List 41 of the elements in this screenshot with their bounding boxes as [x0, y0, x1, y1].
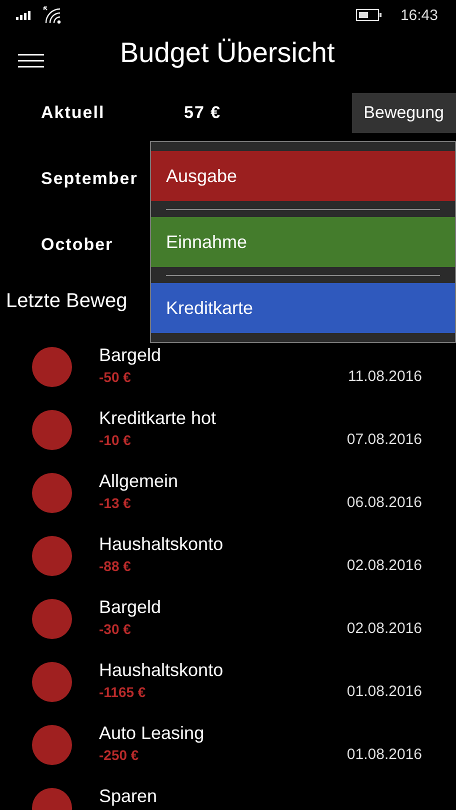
category-circle-icon: [32, 536, 72, 576]
transaction-amount: -1165 €: [99, 684, 146, 700]
transaction-name[interactable]: Sparen: [99, 786, 422, 807]
transaction-amount: -88 €: [99, 558, 131, 574]
transaction-amount: -50 €: [99, 368, 131, 384]
transaction-amount: -30 €: [99, 620, 131, 636]
transaction-name[interactable]: Haushaltskonto: [99, 660, 422, 681]
transaction-date: 06.08.2016: [346, 494, 422, 511]
transaction-date: 02.08.2016: [346, 620, 422, 637]
transaction-date: 02.08.2016: [346, 557, 422, 574]
transaction-date: 01.08.2016: [346, 683, 422, 700]
transaction-name[interactable]: Bargeld: [99, 345, 422, 366]
menu-icon[interactable]: [18, 54, 44, 68]
battery-icon: [356, 9, 382, 21]
menu-item[interactable]: Ausgabe: [151, 151, 455, 201]
clock: 16:43: [400, 6, 438, 24]
transaction-date: 11.08.2016: [348, 368, 422, 385]
transaction-name[interactable]: Auto Leasing: [99, 723, 422, 744]
category-circle-icon: [32, 410, 72, 450]
menu-item[interactable]: Einnahme: [151, 217, 455, 267]
category-circle-icon: [32, 662, 72, 702]
transaction-amount: -13 €: [99, 494, 131, 510]
wifi-icon: [42, 5, 62, 25]
menu-item[interactable]: Kreditkarte: [151, 283, 455, 333]
period-label: Aktuell: [41, 103, 106, 123]
transaction-name[interactable]: Bargeld: [99, 597, 422, 618]
transaction-name[interactable]: Allgemein: [99, 471, 422, 492]
page-title: Budget Übersicht: [120, 37, 335, 69]
section-title: Letzte Beweg: [6, 288, 128, 314]
category-circle-icon: [32, 347, 72, 387]
transaction-name[interactable]: Haushaltskonto: [99, 534, 422, 555]
transaction-date: 01.08.2016: [346, 746, 422, 763]
bewegung-button[interactable]: Bewegung: [352, 93, 456, 133]
transaction-name[interactable]: Kreditkarte hot: [99, 408, 422, 429]
transaction-date: 07.08.2016: [346, 431, 422, 448]
transaction-amount: -10 €: [99, 432, 131, 448]
category-circle-icon: [32, 725, 72, 765]
category-circle-icon: [32, 599, 72, 639]
balance-value: 57 €: [184, 103, 222, 123]
category-circle-icon: [32, 473, 72, 513]
transaction-amount: -250 €: [99, 746, 139, 762]
